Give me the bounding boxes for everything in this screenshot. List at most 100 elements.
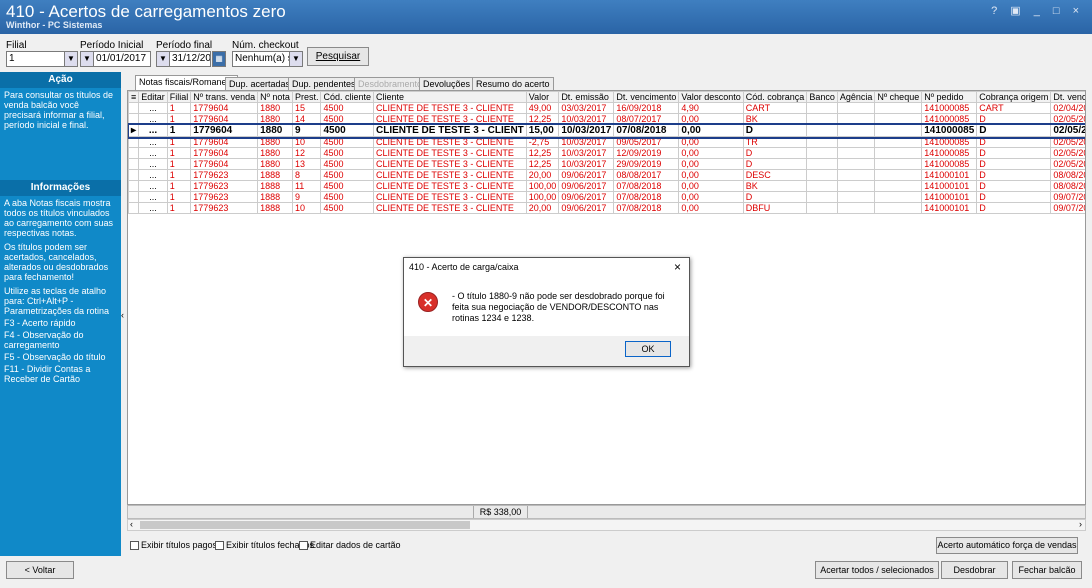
calendar-icon[interactable]: ▦ — [212, 51, 226, 67]
column-header[interactable]: Cobrança origem — [976, 91, 1052, 103]
tab-notas-fiscais[interactable]: Notas fiscais/Romaneio — [135, 75, 238, 91]
edit-button[interactable]: ... — [138, 124, 168, 137]
table-cell: 100,00 — [525, 191, 560, 203]
table-cell: 07/08/2018 — [613, 124, 680, 137]
periodo-final-dropdown-icon[interactable]: ▼ — [156, 51, 170, 67]
table-cell — [874, 102, 923, 114]
table-row[interactable]: ... 1 1779604 1880 12 4500 CLIENTE DE TESTE 3 … — [128, 147, 1085, 159]
tab-dup-pendentes[interactable]: Dup. pendentes — [288, 77, 360, 91]
column-header[interactable]: Nº cheque — [874, 91, 923, 103]
tab-dup-acertadas[interactable]: Dup. acertadas — [225, 77, 295, 91]
edit-button[interactable]: ... — [138, 180, 168, 192]
table-cell: D — [976, 158, 1052, 170]
column-header[interactable]: Cód. cliente — [320, 91, 374, 103]
edit-button[interactable]: ... — [138, 191, 168, 203]
close-icon[interactable]: × — [674, 260, 681, 274]
table-row[interactable]: ... 1 1779604 1880 13 4500 CLIENTE DE TESTE 3 … — [128, 158, 1085, 170]
info-text: Os títulos podem ser acertados, cancelad… — [4, 242, 109, 282]
voltar-button[interactable]: < Voltar — [6, 561, 74, 579]
table-row[interactable]: ... 1 1779604 1880 10 4500 CLIENTE DE TESTE 3 … — [128, 136, 1085, 148]
edit-button[interactable]: ... — [138, 158, 168, 170]
table-cell: TR — [742, 136, 808, 148]
table-cell: 49,00 — [525, 102, 560, 114]
column-header[interactable]: Nº pedido — [921, 91, 978, 103]
table-row[interactable]: ... 1 1779623 1888 10 4500 CLIENTE DE TESTE 3 … — [128, 202, 1085, 214]
edit-button[interactable]: ... — [138, 202, 168, 214]
table-cell: 02/05/2017 — [1050, 158, 1085, 170]
edit-button[interactable]: ... — [138, 136, 168, 148]
desdobrar-button[interactable]: Desdobrar — [941, 561, 1008, 579]
collapse-arrow-icon[interactable]: ‹ — [121, 310, 124, 320]
horizontal-scrollbar[interactable]: ‹ › — [127, 519, 1086, 531]
column-header[interactable]: Valor — [525, 91, 560, 103]
checkout-dropdown-icon[interactable]: ▼ — [289, 51, 303, 67]
table-cell: 1779623 — [190, 180, 259, 192]
edit-button[interactable]: ... — [138, 113, 168, 125]
checkout-input[interactable]: Nenhum(a) sele — [232, 51, 290, 67]
scroll-right-icon[interactable]: › — [1079, 519, 1082, 529]
column-header[interactable]: Valor desconto — [678, 91, 744, 103]
acerto-automatico-button[interactable]: Acerto automático força de vendas — [936, 537, 1078, 554]
scroll-left-icon[interactable]: ‹ — [130, 519, 133, 529]
editar-dados-cartao-checkbox[interactable]: Editar dados de cartão — [299, 540, 401, 551]
column-header[interactable]: Editar — [138, 91, 168, 103]
table-row[interactable]: ▸... 1 1779604 1880 9 4500 CLIENTE DE TESTE 3 … — [128, 122, 1085, 139]
table-cell: 20,00 — [525, 202, 560, 214]
periodo-inicial-dropdown-icon[interactable]: ▼ — [80, 51, 94, 67]
tab-resumo-acerto[interactable]: Resumo do acerto — [472, 77, 554, 91]
acertar-todos-button[interactable]: Acertar todos / selecionados — [815, 561, 939, 579]
column-header[interactable]: Cliente — [372, 91, 527, 103]
ok-button[interactable]: OK — [625, 341, 671, 357]
tab-desdobramento[interactable]: Desdobramento — [354, 77, 427, 91]
table-cell: 1 — [166, 191, 192, 203]
filial-dropdown-icon[interactable]: ▼ — [64, 51, 78, 67]
info-text: F11 - Dividir Contas a Receber de Cartão — [4, 364, 91, 384]
table-cell: CART — [976, 102, 1052, 114]
exibir-titulos-pagos-checkbox[interactable]: Exibir títulos pagos — [130, 540, 217, 551]
column-header[interactable]: Dt. vencimento origem — [1050, 91, 1085, 103]
column-header[interactable]: Filial — [166, 91, 192, 103]
table-row[interactable]: ... 1 1779623 1888 11 4500 CLIENTE DE TESTE 3 … — [128, 180, 1085, 192]
table-cell: DESC — [742, 169, 808, 181]
column-header[interactable]: Prest. — [291, 91, 322, 103]
total-value: R$ 338,00 — [473, 506, 528, 518]
table-cell: 1 — [166, 202, 192, 214]
table-cell: 1779604 — [190, 136, 259, 148]
table-row[interactable]: ... 1 1779604 1880 15 4500 CLIENTE DE TESTE 3 … — [128, 102, 1085, 114]
column-header[interactable]: Dt. emissão — [558, 91, 615, 103]
window-controls[interactable]: ? ▣ _ □ × — [991, 4, 1084, 17]
edit-button[interactable]: ... — [138, 169, 168, 181]
periodo-final-input[interactable]: 31/12/2017 — [169, 51, 211, 67]
column-header[interactable]: Agência — [836, 91, 876, 103]
table-cell: 0,00 — [678, 113, 744, 125]
column-header[interactable]: Cód. cobrança — [742, 91, 808, 103]
table-cell — [836, 158, 876, 170]
table-row[interactable]: ... 1 1779623 1888 8 4500 CLIENTE DE TESTE 3 -… — [128, 169, 1085, 181]
error-dialog: 410 - Acerto de carga/caixa × ✕ - O títu… — [403, 257, 690, 367]
fechar-balcao-button[interactable]: Fechar balcão — [1012, 561, 1082, 579]
dialog-message: - O título 1880-9 não pode ser desdobrad… — [452, 291, 665, 323]
table-cell: D — [742, 147, 808, 159]
table-cell — [836, 136, 876, 148]
tab-devolucoes[interactable]: Devoluções — [419, 77, 475, 91]
edit-button[interactable]: ... — [138, 102, 168, 114]
column-header[interactable]: Banco — [806, 91, 838, 103]
edit-button[interactable]: ... — [138, 147, 168, 159]
table-row[interactable]: ... 1 1779623 1888 9 4500 CLIENTE DE TESTE 3 -… — [128, 191, 1085, 203]
table-cell: 08/07/2017 — [613, 113, 680, 125]
table-cell: 0,00 — [678, 158, 744, 170]
table-row[interactable]: ... 1 1779604 1880 14 4500 CLIENTE DE TESTE 3 … — [128, 113, 1085, 125]
column-header[interactable]: Nº trans. venda — [190, 91, 259, 103]
filial-input[interactable]: 1 — [6, 51, 66, 67]
table-cell: D — [742, 124, 808, 137]
column-header[interactable]: Dt. vencimento — [613, 91, 680, 103]
table-cell: 141000101 — [921, 202, 978, 214]
table-cell: 12,25 — [525, 113, 560, 125]
table-cell: BK — [742, 180, 808, 192]
pesquisar-button[interactable]: Pesquisar — [307, 47, 369, 66]
column-header[interactable]: Nº nota — [257, 91, 293, 103]
periodo-inicial-input[interactable]: 01/01/2017 — [93, 51, 151, 67]
table-cell: 1779604 — [190, 158, 259, 170]
table-cell — [806, 136, 838, 148]
scroll-thumb[interactable] — [140, 521, 470, 529]
